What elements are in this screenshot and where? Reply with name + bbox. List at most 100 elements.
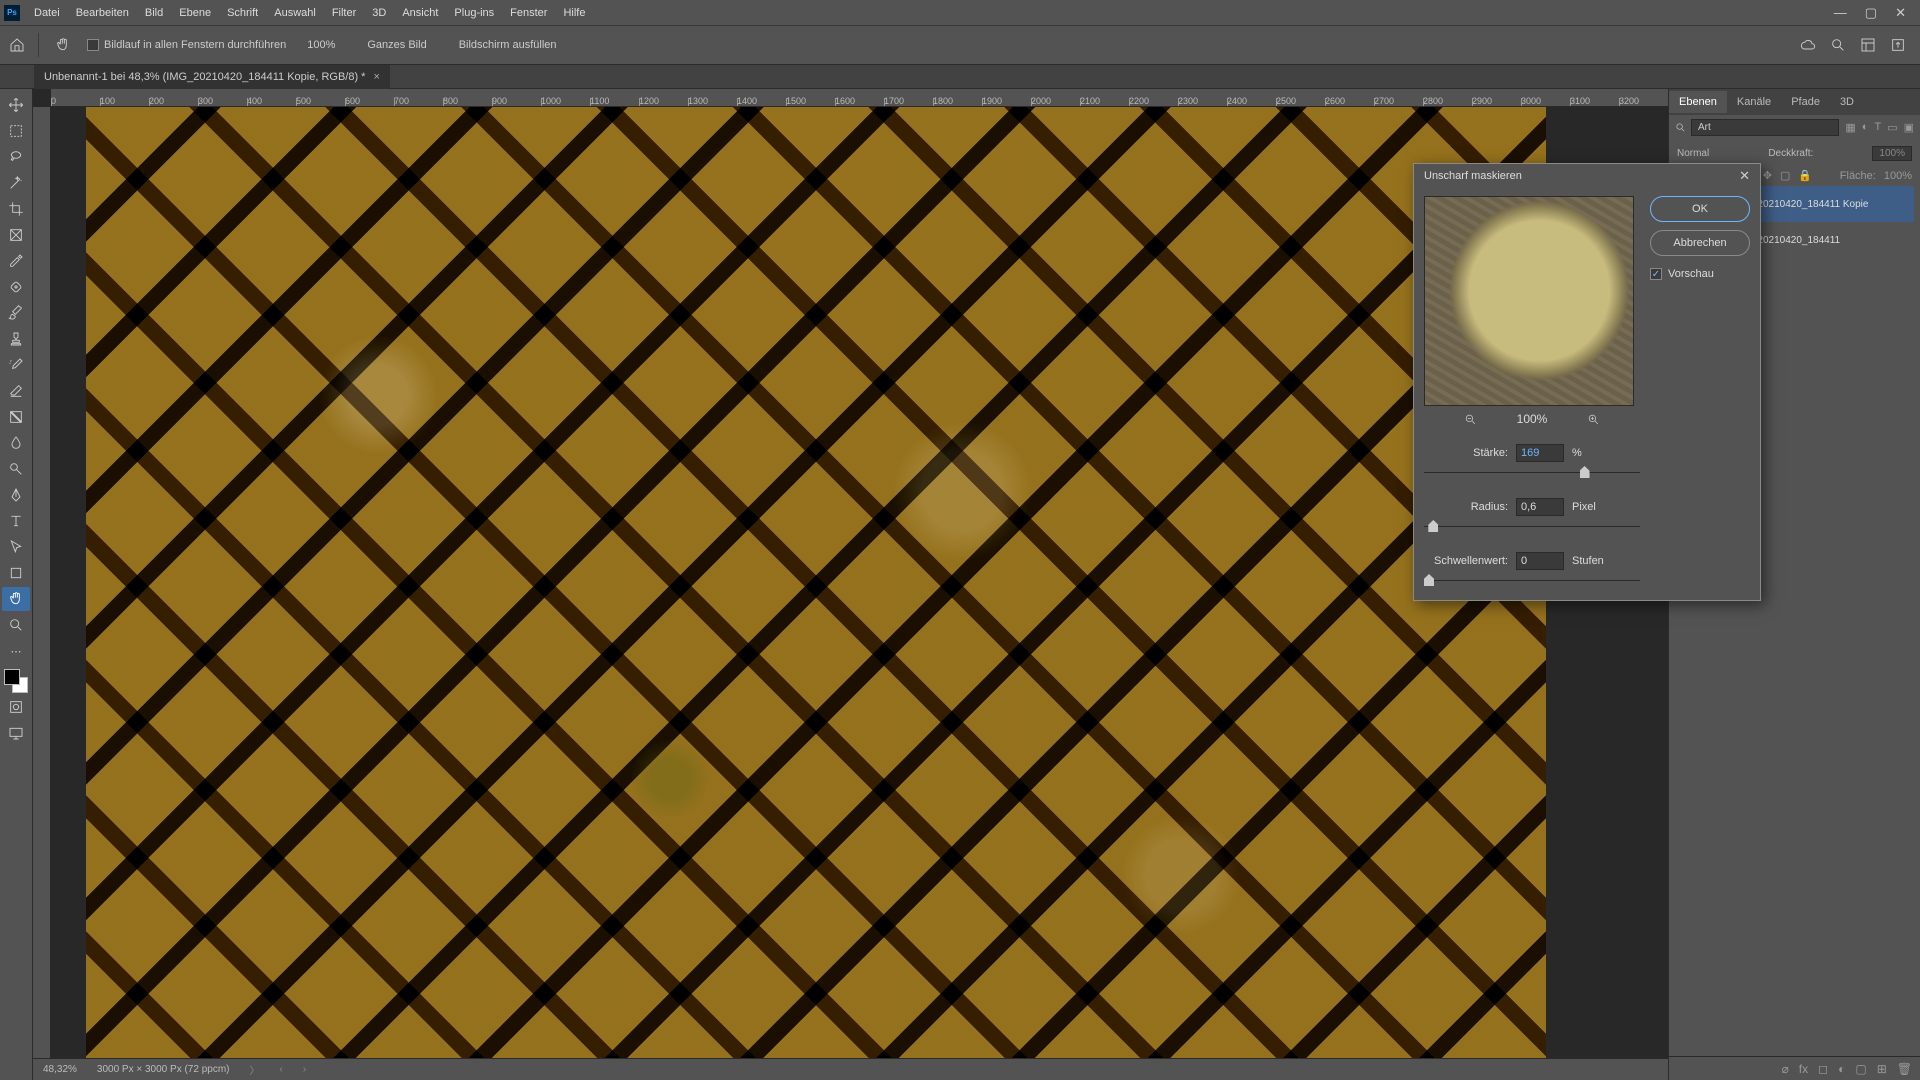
edit-toolbar[interactable]: ⋯	[2, 639, 30, 663]
ruler-tick: 300	[198, 96, 247, 106]
tab-kanaele[interactable]: Kanäle	[1727, 91, 1781, 113]
blend-mode-dropdown[interactable]: Normal	[1677, 148, 1709, 159]
crop-tool[interactable]	[2, 197, 30, 221]
menu-3d[interactable]: 3D	[364, 3, 394, 23]
scroll-all-checkbox[interactable]	[87, 39, 99, 51]
menu-filter[interactable]: Filter	[324, 3, 364, 23]
link-layers-icon[interactable]: ⌀	[1782, 1062, 1789, 1076]
cloud-icon[interactable]	[1800, 37, 1816, 53]
workspace-icon[interactable]	[1860, 37, 1876, 53]
filter-pixel-icon[interactable]: ▦	[1845, 121, 1855, 134]
menu-datei[interactable]: Datei	[26, 3, 68, 23]
zoom-100-button[interactable]: 100%	[296, 35, 346, 55]
unsharp-mask-dialog: Unscharf maskieren ✕ 100% Stärke: % Radi…	[1413, 163, 1761, 601]
dialog-close-icon[interactable]: ✕	[1739, 168, 1750, 184]
history-brush-tool[interactable]	[2, 353, 30, 377]
radius-input[interactable]	[1516, 498, 1564, 516]
tab-pfade[interactable]: Pfade	[1781, 91, 1830, 113]
maximize-icon[interactable]: ▢	[1865, 5, 1877, 21]
opacity-value[interactable]: 100%	[1872, 146, 1912, 161]
ruler-tick: 2800	[1423, 96, 1472, 106]
radius-slider[interactable]	[1424, 520, 1640, 534]
adjustment-layer-icon[interactable]: ◐	[1838, 1062, 1845, 1076]
path-select-tool[interactable]	[2, 535, 30, 559]
menu-ebene[interactable]: Ebene	[171, 3, 219, 23]
menu-schrift[interactable]: Schrift	[219, 3, 266, 23]
fill-screen-button[interactable]: Bildschirm ausfüllen	[448, 35, 568, 55]
status-arrow-left-icon[interactable]: ‹	[279, 1064, 282, 1075]
menu-plugins[interactable]: Plug-ins	[446, 3, 502, 23]
lock-all-icon[interactable]: 🔒	[1798, 169, 1812, 182]
tab-ebenen[interactable]: Ebenen	[1669, 91, 1727, 113]
search-icon[interactable]	[1830, 37, 1846, 53]
menu-hilfe[interactable]: Hilfe	[555, 3, 593, 23]
marquee-tool[interactable]	[2, 119, 30, 143]
layer-mask-icon[interactable]: ◻	[1818, 1062, 1828, 1076]
document-tab-close-icon[interactable]: ×	[373, 71, 379, 83]
brush-tool[interactable]	[2, 301, 30, 325]
options-bar: Bildlauf in allen Fenstern durchführen 1…	[0, 25, 1920, 65]
delete-layer-icon[interactable]: 🗑	[1897, 1062, 1912, 1076]
shape-tool[interactable]	[2, 561, 30, 585]
close-icon[interactable]: ✕	[1895, 5, 1906, 21]
fill-value[interactable]: 100%	[1884, 170, 1912, 182]
threshold-slider[interactable]	[1424, 574, 1640, 588]
group-icon[interactable]: ▢	[1855, 1062, 1866, 1076]
type-tool[interactable]	[2, 509, 30, 533]
minimize-icon[interactable]: —	[1834, 5, 1847, 21]
hand-tool[interactable]	[2, 587, 30, 611]
quick-mask-icon[interactable]	[2, 695, 30, 719]
stamp-tool[interactable]	[2, 327, 30, 351]
healing-tool[interactable]	[2, 275, 30, 299]
lock-artboard-icon[interactable]: ▢	[1780, 169, 1790, 182]
status-arrow-right-icon[interactable]: ›	[303, 1064, 306, 1075]
document-tab[interactable]: Unbenannt-1 bei 48,3% (IMG_20210420_1844…	[34, 65, 390, 89]
new-layer-icon[interactable]: ⊞	[1877, 1062, 1887, 1076]
ok-button[interactable]: OK	[1650, 196, 1750, 222]
status-bar: 48,32% 3000 Px × 3000 Px (72 ppcm) 〉 ‹ ›	[33, 1058, 1668, 1080]
cancel-button[interactable]: Abbrechen	[1650, 230, 1750, 256]
screen-mode-icon[interactable]	[2, 721, 30, 745]
blur-tool[interactable]	[2, 431, 30, 455]
magic-wand-tool[interactable]	[2, 171, 30, 195]
ruler-tick: 2600	[1325, 96, 1374, 106]
menu-bild[interactable]: Bild	[137, 3, 171, 23]
color-swatches[interactable]	[4, 669, 28, 693]
filter-adjust-icon[interactable]: ◐	[1862, 121, 1869, 134]
pen-tool[interactable]	[2, 483, 30, 507]
fit-image-button[interactable]: Ganzes Bild	[356, 35, 437, 55]
scroll-all-label: Bildlauf in allen Fenstern durchführen	[104, 39, 286, 51]
status-zoom: 48,32%	[43, 1064, 77, 1075]
eyedropper-tool[interactable]	[2, 249, 30, 273]
lock-position-icon[interactable]: ✥	[1763, 169, 1772, 182]
zoom-out-icon[interactable]	[1464, 413, 1477, 426]
lasso-tool[interactable]	[2, 145, 30, 169]
menu-bearbeiten[interactable]: Bearbeiten	[68, 3, 137, 23]
tab-3d[interactable]: 3D	[1830, 91, 1864, 113]
preview-checkbox[interactable]: ✓	[1650, 268, 1662, 280]
eraser-tool[interactable]	[2, 379, 30, 403]
ruler-tick: 400	[247, 96, 296, 106]
menu-fenster[interactable]: Fenster	[502, 3, 555, 23]
ruler-tick: 2500	[1276, 96, 1325, 106]
menu-ansicht[interactable]: Ansicht	[394, 3, 446, 23]
filter-shape-icon[interactable]: ▭	[1887, 121, 1897, 134]
amount-input[interactable]	[1516, 444, 1564, 462]
amount-slider[interactable]	[1424, 466, 1640, 480]
filter-type-icon[interactable]: T	[1874, 121, 1881, 134]
layer-filter-dropdown[interactable]: Art	[1691, 119, 1839, 136]
move-tool[interactable]	[2, 93, 30, 117]
frame-tool[interactable]	[2, 223, 30, 247]
layer-fx-icon[interactable]: fx	[1799, 1062, 1808, 1076]
zoom-in-icon[interactable]	[1587, 413, 1600, 426]
dodge-tool[interactable]	[2, 457, 30, 481]
dialog-preview[interactable]	[1424, 196, 1634, 406]
zoom-tool[interactable]	[2, 613, 30, 637]
share-icon[interactable]	[1890, 37, 1906, 53]
gradient-tool[interactable]	[2, 405, 30, 429]
filter-smart-icon[interactable]: ▣	[1904, 121, 1914, 134]
menu-auswahl[interactable]: Auswahl	[266, 3, 324, 23]
tool-indicator-hand-icon[interactable]	[49, 33, 77, 57]
threshold-input[interactable]	[1516, 552, 1564, 570]
home-icon[interactable]	[6, 34, 28, 56]
